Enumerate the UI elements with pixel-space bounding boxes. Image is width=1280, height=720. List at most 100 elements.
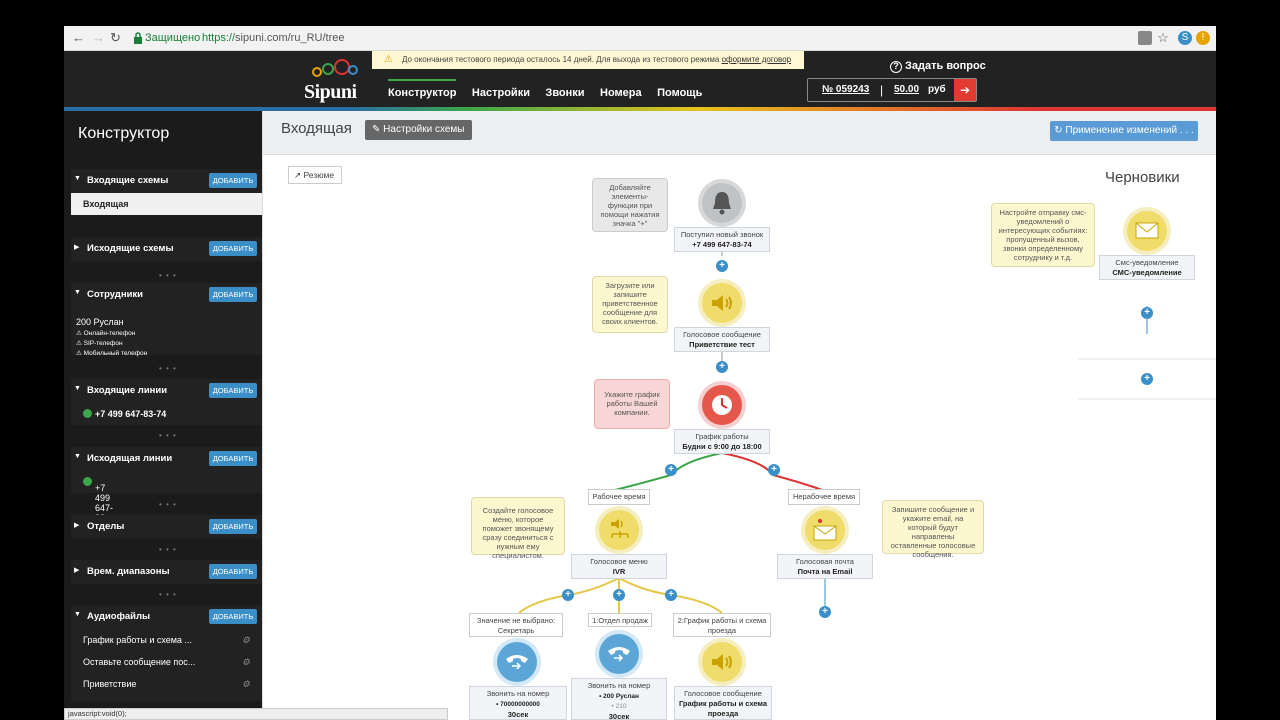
collapse-icon[interactable]: ▼ (74, 453, 81, 460)
phone-icon (506, 655, 528, 670)
call-sales-label[interactable]: Звонить на номер • 200 Руслан • 210 30сек (571, 678, 667, 720)
star-icon[interactable]: ☆ (1156, 31, 1170, 45)
section-departments: ▶ Отделы ДОБАВИТЬ (71, 515, 262, 539)
menu-help[interactable]: Помощь (657, 87, 702, 99)
expand-icon[interactable]: ▶ (74, 566, 79, 574)
ivr-option-default[interactable]: Значение не выбрано: Секретарь (469, 613, 563, 637)
ivr-node[interactable] (595, 506, 643, 554)
work-time-label[interactable]: Рабочее время (588, 489, 650, 505)
menu-settings[interactable]: Настройки (472, 87, 530, 99)
menu-numbers[interactable]: Номера (600, 87, 642, 99)
reload-icon[interactable]: ↻ (110, 30, 121, 46)
ivr-label[interactable]: Голосовое меню IVR (571, 554, 667, 579)
add-audio-button[interactable]: ДОБАВИТЬ (209, 609, 257, 624)
collapse-icon[interactable]: ▼ (74, 289, 81, 296)
directions-message-label[interactable]: Голосовое сообщение График работы и схема… (674, 686, 772, 720)
separator-dots: • • • (159, 364, 177, 373)
node-value: СМС-уведомление (1112, 268, 1182, 277)
sms-node[interactable] (1123, 207, 1171, 255)
incoming-call-label[interactable]: Поступил новый звонок +7 499 647-83-74 (674, 227, 770, 252)
collapse-icon[interactable]: ▼ (74, 175, 81, 182)
voicemail-node[interactable] (801, 506, 849, 554)
collapse-icon[interactable]: ▼ (74, 385, 81, 392)
add-after-greeting-button[interactable]: + (716, 361, 728, 373)
directions-message-node[interactable] (698, 638, 746, 686)
drafts-title: Черновики (1105, 169, 1180, 186)
account-number[interactable]: № 059243 (822, 84, 869, 95)
call-sales-node[interactable] (595, 630, 643, 678)
add-work-time-button[interactable]: + (665, 464, 677, 476)
sidebar: Конструктор ▼ Входящие схемы ДОБАВИТЬ Вход… (64, 111, 262, 720)
logo-circle (348, 65, 358, 75)
gear-icon[interactable]: ⚙ (242, 635, 250, 646)
skype-icon[interactable]: S (1178, 31, 1192, 45)
expand-icon[interactable]: ▶ (74, 521, 79, 529)
lock-icon (134, 32, 142, 44)
audio-item[interactable]: Оставьте сообщение пос... ⚙ (71, 651, 262, 673)
sidebar-item-incoming[interactable]: Входящая (71, 193, 262, 215)
expand-icon[interactable]: ▶ (74, 243, 79, 251)
add-after-incoming-button[interactable]: + (716, 260, 728, 272)
notification-icon[interactable]: ! (1196, 31, 1210, 45)
greeting-label[interactable]: Голосовое сообщение Приветствие тест (674, 327, 770, 352)
incoming-call-node[interactable] (698, 179, 746, 227)
incoming-line-item[interactable]: +7 499 647-83-74 (71, 403, 262, 425)
url-field[interactable]: https://sipuni.com/ru_RU/tree (202, 32, 344, 44)
add-ivr-branch-button[interactable]: + (562, 589, 574, 601)
audio-item[interactable]: График работы и схема ... ⚙ (71, 629, 262, 651)
off-time-label[interactable]: Нерабочее время (788, 489, 860, 505)
extension-icon[interactable] (1138, 31, 1152, 45)
back-icon[interactable]: ← (72, 30, 85, 45)
phone-type: Онлайн-телефон (83, 330, 136, 337)
audio-item-label: График работы и схема ... (83, 635, 192, 645)
section-audio: ▼ Аудиофайлы ДОБАВИТЬ График работы и схем… (71, 605, 262, 701)
add-ivr-branch-button[interactable]: + (665, 589, 677, 601)
warning-icon: ⚠ (384, 54, 393, 65)
add-outgoing-scheme-button[interactable]: ДОБАВИТЬ (209, 241, 257, 256)
menu-calls[interactable]: Звонки (545, 87, 584, 99)
schedule-node[interactable] (698, 381, 746, 429)
collapse-icon[interactable]: ▼ (74, 611, 81, 618)
greeting-node[interactable] (698, 279, 746, 327)
ivr-option-1[interactable]: 1:Отдел продаж (588, 613, 652, 627)
forward-icon[interactable]: → (92, 30, 105, 45)
add-incoming-scheme-button[interactable]: ДОБАВИТЬ (209, 173, 257, 188)
employee-name[interactable]: 200 Руслан (76, 317, 124, 327)
menu-constructor[interactable]: Конструктор (388, 79, 457, 99)
audio-item-label: Приветствие (83, 679, 137, 689)
add-after-sms-button[interactable]: + (1141, 307, 1153, 319)
balance[interactable]: 50.00 (894, 84, 919, 95)
add-draft-button[interactable]: + (1141, 373, 1153, 385)
sms-label[interactable]: Смс-уведомление СМС-уведомление (1099, 255, 1195, 280)
node-title: Голосовое сообщение (684, 689, 762, 698)
tip-ivr: Создайте голосовое меню, которое поможет… (471, 497, 565, 560)
ivr-option-2[interactable]: 2:График работы и схема проезда (673, 613, 771, 637)
logout-icon[interactable]: ➔ (954, 79, 976, 101)
add-time-range-button[interactable]: ДОБАВИТЬ (209, 564, 257, 579)
add-off-time-button[interactable]: + (768, 464, 780, 476)
audio-item[interactable]: Приветствие ⚙ (71, 673, 262, 695)
sipuni-logo[interactable]: Sipuni (304, 59, 370, 103)
add-department-button[interactable]: ДОБАВИТЬ (209, 519, 257, 534)
gear-icon[interactable]: ⚙ (242, 657, 250, 668)
add-employee-button[interactable]: ДОБАВИТЬ (209, 287, 257, 302)
schedule-label[interactable]: График работы Будни с 9:00 до 18:00 (674, 429, 770, 454)
divider: | (880, 83, 884, 97)
add-incoming-line-button[interactable]: ДОБАВИТЬ (209, 383, 257, 398)
section-time-ranges: ▶ Врем. диапазоны ДОБАВИТЬ (71, 560, 262, 584)
section-label: Входящие схемы (87, 175, 169, 186)
phone-line: ⚠ Онлайн-телефон (76, 330, 136, 337)
outgoing-line-item[interactable]: +7 499 647-83-74 (71, 471, 262, 533)
call-secretary-node[interactable] (493, 638, 541, 686)
gear-icon[interactable]: ⚙ (242, 679, 250, 690)
contract-link[interactable]: оформите договор (722, 55, 792, 64)
ask-question-link[interactable]: ? Задать вопрос (890, 60, 986, 73)
add-after-voicemail-button[interactable]: + (819, 606, 831, 618)
add-outgoing-line-button[interactable]: ДОБАВИТЬ (209, 451, 257, 466)
add-ivr-branch-button[interactable]: + (613, 589, 625, 601)
voicemail-label[interactable]: Голосовая почта Почта на Email (777, 554, 873, 579)
separator-dots: • • • (159, 431, 177, 440)
call-secretary-label[interactable]: Звонить на номер • 70000000000 30сек (469, 686, 567, 720)
logo-text: Sipuni (304, 81, 357, 103)
node-title: Голосовое меню (590, 557, 648, 566)
